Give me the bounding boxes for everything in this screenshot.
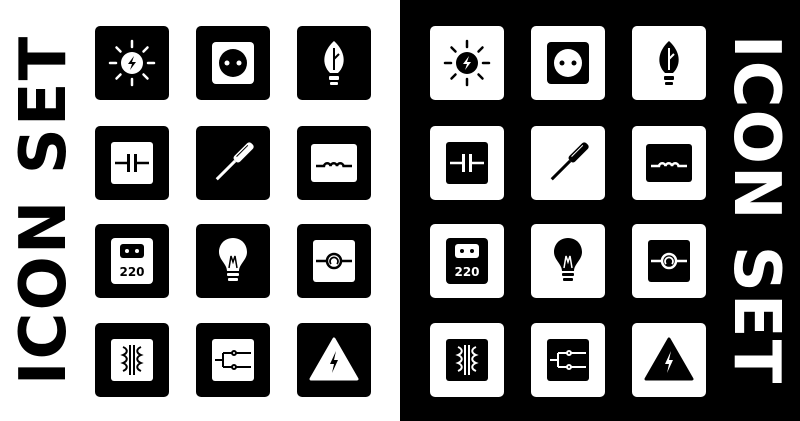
voltage-label: 220 xyxy=(454,265,479,279)
capacitor-icon xyxy=(111,142,153,184)
icon-set-title: ICON SET xyxy=(719,34,793,386)
tile-screwdriver xyxy=(531,126,605,200)
voltage-label: 220 xyxy=(119,265,144,279)
tile-socket xyxy=(196,26,270,100)
sun-lightning-icon xyxy=(108,39,156,87)
tile-switch xyxy=(196,323,270,397)
tile-220-socket: 220 xyxy=(95,224,169,298)
tile-warning xyxy=(632,323,706,397)
tile-resistor xyxy=(632,224,706,298)
tile-leaf-bulb xyxy=(632,26,706,100)
switch-circuit-icon xyxy=(212,339,254,381)
inductor-coil-icon xyxy=(311,144,357,182)
power-socket-icon xyxy=(212,42,254,84)
tile-bulb xyxy=(531,224,605,298)
power-socket-icon xyxy=(547,42,589,84)
high-voltage-warning-icon xyxy=(309,337,359,381)
voltage-220-socket-icon: 220 xyxy=(111,238,153,284)
leaf-light-bulb-icon xyxy=(659,41,679,85)
tile-resistor xyxy=(297,224,371,298)
tile-220-socket: 220 xyxy=(430,224,504,298)
tile-sun xyxy=(430,26,504,100)
tile-inductor xyxy=(632,126,706,200)
tile-transformer xyxy=(430,323,504,397)
capacitor-icon xyxy=(446,142,488,184)
resistor-circle-icon xyxy=(648,240,690,282)
tile-screwdriver xyxy=(196,126,270,200)
tile-switch xyxy=(531,323,605,397)
sun-lightning-icon xyxy=(443,39,491,87)
inductor-coil-icon xyxy=(646,144,692,182)
transformer-icon xyxy=(446,339,488,381)
tile-inductor xyxy=(297,126,371,200)
tile-socket xyxy=(531,26,605,100)
high-voltage-warning-icon xyxy=(644,337,694,381)
screwdriver-icon xyxy=(550,142,589,181)
light-bulb-icon xyxy=(219,238,247,281)
left-panel: ICON SET 220 xyxy=(0,0,400,421)
resistor-circle-icon xyxy=(313,240,355,282)
tile-warning xyxy=(297,323,371,397)
leaf-light-bulb-icon xyxy=(324,41,344,85)
tile-bulb xyxy=(196,224,270,298)
light-bulb-icon xyxy=(554,238,582,281)
tile-capacitor xyxy=(95,126,169,200)
icon-set-title: ICON SET xyxy=(7,34,81,386)
transformer-icon xyxy=(111,339,153,381)
tile-leaf-bulb xyxy=(297,26,371,100)
screwdriver-icon xyxy=(215,142,254,181)
voltage-220-socket-icon: 220 xyxy=(446,238,488,284)
tile-sun xyxy=(95,26,169,100)
switch-circuit-icon xyxy=(547,339,589,381)
tile-transformer xyxy=(95,323,169,397)
tile-capacitor xyxy=(430,126,504,200)
right-panel: ICON SET 220 xyxy=(400,0,800,421)
